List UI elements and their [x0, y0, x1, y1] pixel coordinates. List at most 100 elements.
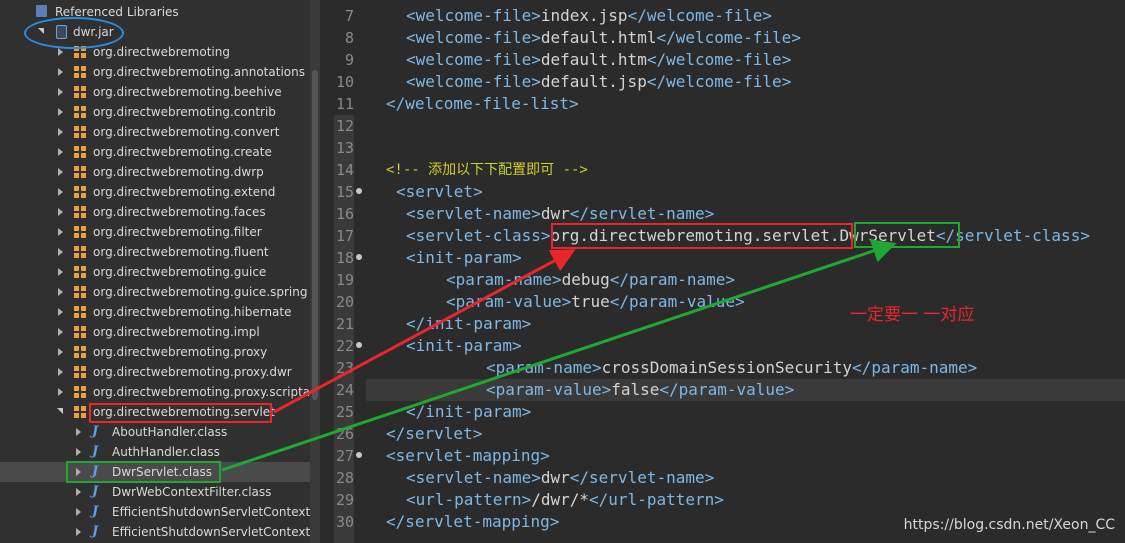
- package-icon: [74, 406, 86, 418]
- line-number: 8: [344, 29, 354, 47]
- fold-marker-icon[interactable]: [356, 452, 362, 458]
- tree-item-package[interactable]: org.directwebremoting.create: [0, 142, 310, 162]
- tree-label: org.directwebremoting.create: [93, 145, 272, 159]
- line-number: 25: [335, 403, 354, 421]
- line-number: 16: [335, 205, 354, 223]
- tree-item-package[interactable]: org.directwebremoting.beehive: [0, 82, 310, 102]
- fold-marker-icon[interactable]: [356, 342, 362, 348]
- code-line-20: <param-value>true</param-value>: [446, 292, 745, 311]
- tree-item-class[interactable]: J AboutHandler.class: [0, 422, 310, 442]
- collapsed-icon[interactable]: [76, 448, 81, 456]
- package-icon: [74, 386, 86, 398]
- line-number: 29: [335, 491, 354, 509]
- code-line-7: <welcome-file>index.jsp</welcome-file>: [406, 6, 773, 25]
- collapsed-icon[interactable]: [58, 108, 63, 116]
- line-number: 28: [335, 469, 354, 487]
- java-class-icon: J: [92, 504, 99, 519]
- tree-item-package[interactable]: org.directwebremoting.proxy.scripta: [0, 382, 310, 402]
- line-number: 24: [335, 381, 354, 399]
- collapsed-icon[interactable]: [58, 208, 63, 216]
- collapsed-icon[interactable]: [58, 68, 63, 76]
- java-class-icon: J: [92, 464, 99, 479]
- fold-marker-icon[interactable]: [356, 188, 362, 194]
- tree-item-package[interactable]: org.directwebremoting.dwrp: [0, 162, 310, 182]
- code-line-11: </welcome-file-list>: [386, 94, 579, 113]
- tree-item-package[interactable]: org.directwebremoting.guice: [0, 262, 310, 282]
- tree-item-package[interactable]: org.directwebremoting.annotations: [0, 62, 310, 82]
- tree-item-package[interactable]: org.directwebremoting.proxy.dwr: [0, 362, 310, 382]
- collapsed-icon[interactable]: [58, 168, 63, 176]
- fold-marker-icon[interactable]: [356, 254, 362, 260]
- tree-label: EfficientShutdownServletContextAt: [112, 505, 310, 519]
- tree-item-package[interactable]: org.directwebremoting.proxy: [0, 342, 310, 362]
- tree-item-package[interactable]: org.directwebremoting.servlet: [0, 402, 310, 422]
- package-icon: [74, 346, 86, 358]
- tree-label: org.directwebremoting.fluent: [93, 245, 269, 259]
- scrollbar-thumb[interactable]: [312, 70, 318, 400]
- line-number: 21: [335, 315, 354, 333]
- line-number: 15: [335, 183, 354, 201]
- code-line-18: <init-param>: [406, 248, 522, 267]
- package-icon: [74, 86, 86, 98]
- tree-item-package[interactable]: org.directwebremoting.fluent: [0, 242, 310, 262]
- annotation-note: 一定要一 一对应: [850, 305, 975, 325]
- tree-item-package[interactable]: org.directwebremoting.impl: [0, 322, 310, 342]
- tree-label: org.directwebremoting.convert: [93, 125, 280, 139]
- collapsed-icon[interactable]: [58, 328, 63, 336]
- tree-label: DwrWebContextFilter.class: [112, 485, 272, 499]
- collapsed-icon[interactable]: [58, 48, 63, 56]
- tree-item-package[interactable]: org.directwebremoting.extend: [0, 182, 310, 202]
- java-class-icon: J: [92, 444, 99, 459]
- tree-item-package[interactable]: org.directwebremoting.hibernate: [0, 302, 310, 322]
- tree-label: DwrServlet.class: [112, 465, 213, 479]
- package-icon: [74, 186, 86, 198]
- line-number: 13: [335, 139, 354, 157]
- collapsed-icon[interactable]: [76, 468, 81, 476]
- tree-item-package[interactable]: org.directwebremoting.convert: [0, 122, 310, 142]
- tree-item-package[interactable]: org.directwebremoting.filter: [0, 222, 310, 242]
- collapsed-icon[interactable]: [76, 528, 81, 536]
- collapsed-icon[interactable]: [58, 348, 63, 356]
- collapsed-icon[interactable]: [76, 508, 81, 516]
- collapsed-icon[interactable]: [76, 428, 81, 436]
- line-number: 18: [335, 249, 354, 267]
- line-number: 14: [335, 161, 354, 179]
- tree-item-package[interactable]: org.directwebremoting.guice.spring: [0, 282, 310, 302]
- collapsed-icon[interactable]: [58, 308, 63, 316]
- tree-item-class[interactable]: J EfficientShutdownServletContextLi: [0, 522, 310, 542]
- collapsed-icon[interactable]: [58, 188, 63, 196]
- tree-item-class[interactable]: J EfficientShutdownServletContextAt: [0, 502, 310, 522]
- tree-item-class[interactable]: J DwrServlet.class: [0, 462, 310, 482]
- collapsed-icon[interactable]: [58, 288, 63, 296]
- code-line-28: <servlet-name>dwr</servlet-name>: [406, 468, 715, 487]
- package-icon: [74, 366, 86, 378]
- package-explorer: Referenced Libraries dwr.jar org.directw…: [0, 0, 310, 543]
- code-editor[interactable]: <welcome-file>index.jsp</welcome-file> <…: [366, 0, 1125, 543]
- library-icon: [36, 5, 47, 17]
- collapsed-icon[interactable]: [58, 248, 63, 256]
- tree-scrollbar[interactable]: [310, 0, 320, 543]
- code-line-17: <servlet-class>org.directwebremoting.ser…: [406, 226, 1090, 245]
- expanded-icon[interactable]: [57, 408, 63, 414]
- code-line-9: <welcome-file>default.htm</welcome-file>: [406, 50, 792, 69]
- tree-item-class[interactable]: J AuthHandler.class: [0, 442, 310, 462]
- collapsed-icon[interactable]: [58, 388, 63, 396]
- java-class-icon: J: [92, 424, 99, 439]
- tree-item-class[interactable]: J DwrWebContextFilter.class: [0, 482, 310, 502]
- watermark: https://blog.csdn.net/Xeon_CC: [903, 517, 1115, 533]
- code-line-29: <url-pattern>/dwr/*</url-pattern>: [406, 490, 724, 509]
- collapsed-icon[interactable]: [58, 148, 63, 156]
- collapsed-icon[interactable]: [58, 228, 63, 236]
- collapsed-icon[interactable]: [58, 268, 63, 276]
- collapsed-icon[interactable]: [58, 88, 63, 96]
- code-line-15: <servlet>: [396, 182, 483, 201]
- line-number: 9: [344, 51, 354, 69]
- tree-label: org.directwebremoting.guice.spring: [93, 285, 308, 299]
- collapsed-icon[interactable]: [58, 368, 63, 376]
- tree-item-package[interactable]: org.directwebremoting.contrib: [0, 102, 310, 122]
- tree-item-package[interactable]: org.directwebremoting.faces: [0, 202, 310, 222]
- collapsed-icon[interactable]: [58, 128, 63, 136]
- collapsed-icon[interactable]: [76, 488, 81, 496]
- tree-label: org.directwebremoting.proxy.scripta: [93, 385, 310, 399]
- tree-label: org.directwebremoting.guice: [93, 265, 267, 279]
